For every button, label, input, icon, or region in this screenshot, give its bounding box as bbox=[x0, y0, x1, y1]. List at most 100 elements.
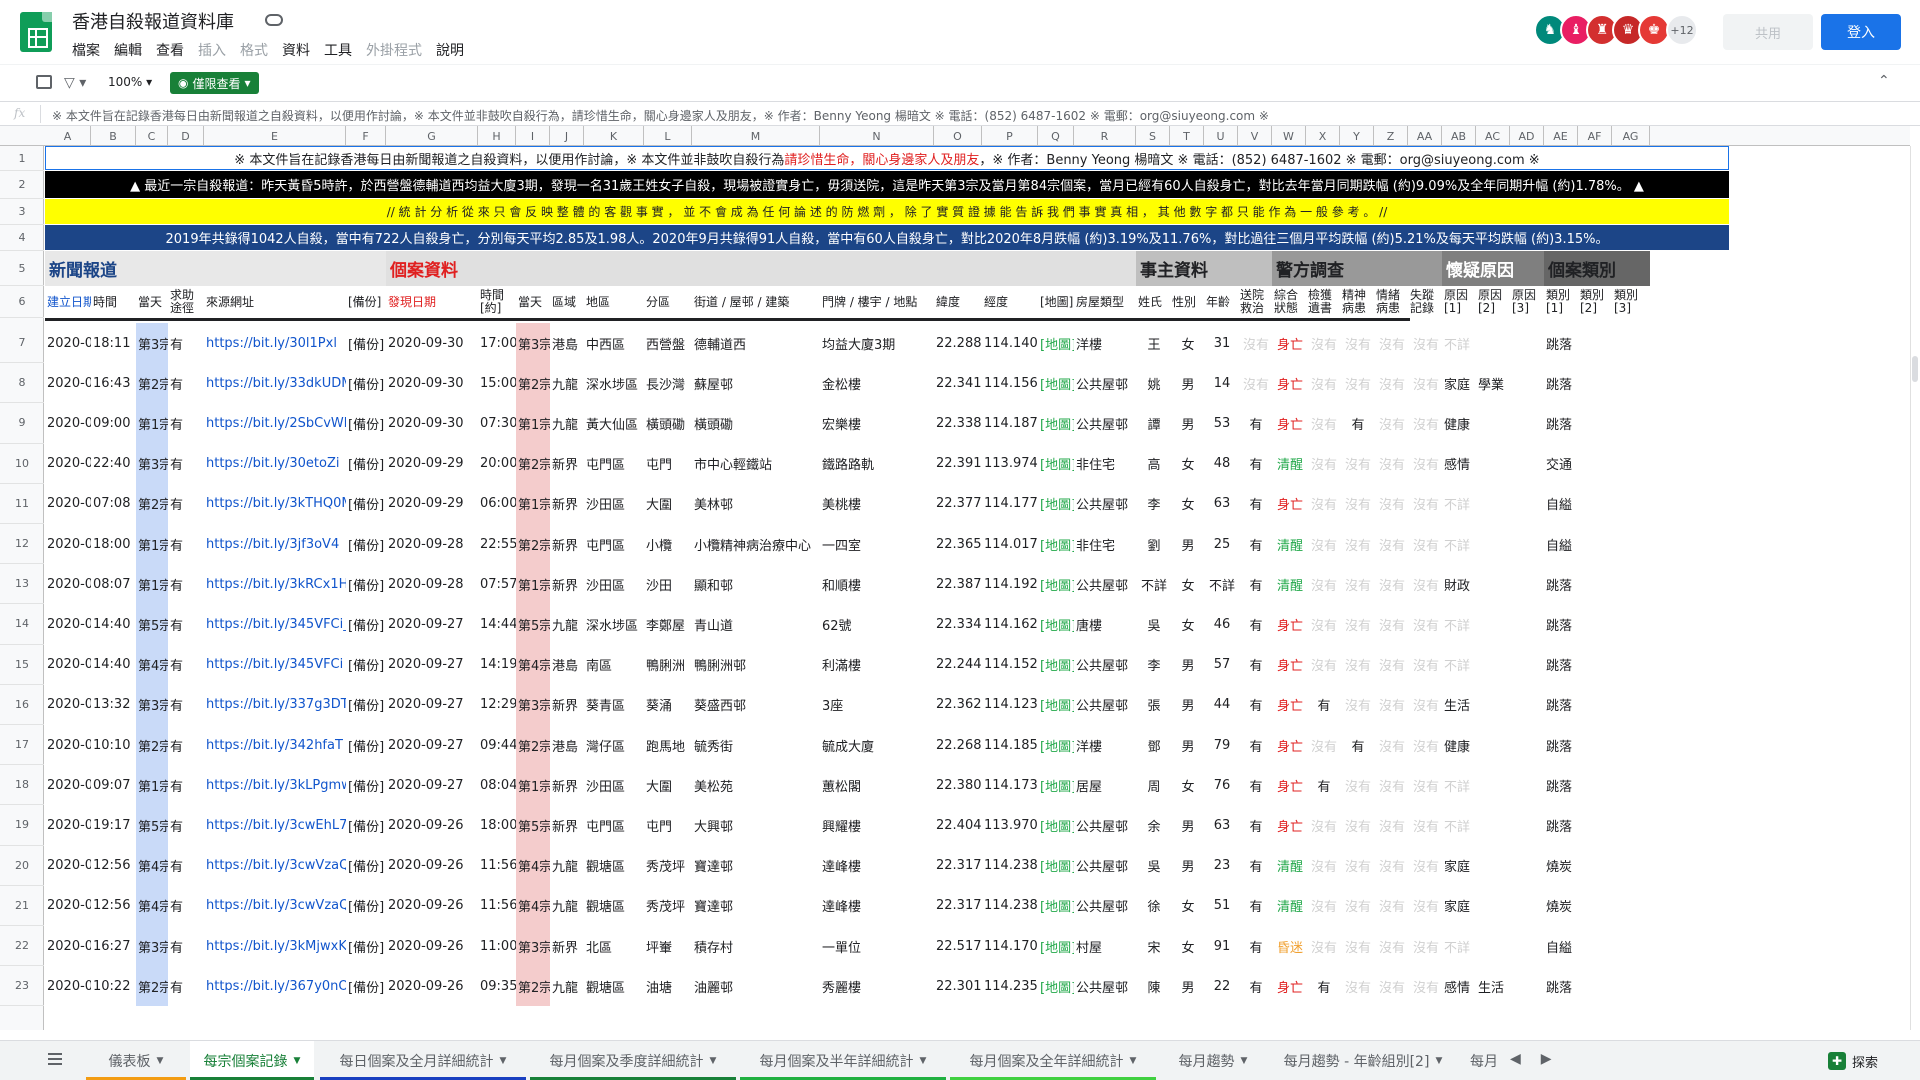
table-row[interactable]: 2020-09-2616:27第3宗有https://bit.ly/3kMjwx… bbox=[45, 926, 1729, 967]
column-header[interactable]: Z bbox=[1374, 126, 1408, 146]
sheet-grid[interactable]: ※ 本文件旨在記錄香港每日由新聞報道之自殺資料，以便用作討論，※ 本文件並非鼓吹… bbox=[45, 146, 1910, 1030]
column-header[interactable]: O bbox=[934, 126, 982, 146]
row-number[interactable]: 2 bbox=[0, 171, 44, 199]
cell-bk[interactable]: [備份] bbox=[346, 323, 386, 363]
table-row[interactable]: 2020-09-2918:00第1宗有https://bit.ly/3jf3oV… bbox=[45, 524, 1729, 565]
row-number[interactable]: 15 bbox=[0, 645, 44, 685]
column-header[interactable]: AD bbox=[1510, 126, 1544, 146]
info-banner-row1[interactable]: ※ 本文件旨在記錄香港每日由新聞報道之自殺資料，以便用作討論，※ 本文件並非鼓吹… bbox=[45, 146, 1729, 170]
row-number[interactable]: 13 bbox=[0, 564, 44, 605]
collapse-menus-icon[interactable]: ⌃ bbox=[1878, 73, 1890, 89]
row-number[interactable]: 11 bbox=[0, 484, 44, 524]
column-header[interactable]: F bbox=[346, 126, 386, 146]
table-row[interactable]: 2020-09-3009:00第1宗有https://bit.ly/2SbCvW… bbox=[45, 403, 1729, 444]
row-number[interactable]: 23 bbox=[0, 966, 44, 1007]
cell-bk[interactable]: [備份] bbox=[346, 725, 386, 765]
row-number[interactable]: 16 bbox=[0, 685, 44, 725]
cell-url[interactable]: https://bit.ly/3cwVzaQ bbox=[204, 846, 346, 886]
column-header[interactable]: AA bbox=[1408, 126, 1442, 146]
sheet-tab[interactable]: 每月個案及全年詳細統計 ▼ bbox=[950, 1041, 1156, 1080]
cell-bk[interactable]: [備份] bbox=[346, 846, 386, 886]
cell-map[interactable]: [地圖] bbox=[1038, 484, 1074, 524]
cell-url[interactable]: https://bit.ly/367y0nO bbox=[204, 966, 346, 1006]
formula-content[interactable]: ※ 本文件旨在記錄香港每日由新聞報道之自殺資料，以便用作討論，※ 本文件並非鼓吹… bbox=[52, 107, 1269, 124]
print-icon[interactable] bbox=[36, 75, 52, 89]
column-header[interactable]: R bbox=[1074, 126, 1136, 146]
menu-item[interactable]: 編輯 bbox=[114, 40, 142, 60]
column-header[interactable]: W bbox=[1272, 126, 1306, 146]
cell-map[interactable]: [地圖] bbox=[1038, 805, 1074, 845]
column-header[interactable]: J bbox=[550, 126, 584, 146]
sheet-tab[interactable]: 每宗個案記錄 ▼ bbox=[190, 1041, 314, 1080]
row-number[interactable]: 20 bbox=[0, 846, 44, 886]
cloud-saved-icon[interactable] bbox=[265, 14, 283, 26]
cell-map[interactable]: [地圖] bbox=[1038, 323, 1074, 363]
row-number[interactable]: 12 bbox=[0, 524, 44, 565]
column-header[interactable]: D bbox=[168, 126, 204, 146]
cell-url[interactable]: https://bit.ly/3cwVzaQ bbox=[204, 886, 346, 926]
row-number[interactable]: 17 bbox=[0, 725, 44, 766]
column-header[interactable]: N bbox=[820, 126, 934, 146]
column-header[interactable]: L bbox=[644, 126, 692, 146]
cell-map[interactable]: [地圖] bbox=[1038, 765, 1074, 805]
column-header[interactable]: A bbox=[45, 126, 91, 146]
cell-bk[interactable]: [備份] bbox=[346, 765, 386, 805]
row-number[interactable]: 10 bbox=[0, 444, 44, 484]
column-header[interactable]: M bbox=[692, 126, 820, 146]
cell-url[interactable]: https://bit.ly/337g3DT bbox=[204, 685, 346, 725]
row-number[interactable]: 7 bbox=[0, 323, 44, 364]
sheets-logo-icon[interactable] bbox=[20, 12, 52, 52]
cell-map[interactable]: [地圖] bbox=[1038, 604, 1074, 644]
column-header[interactable]: U bbox=[1204, 126, 1238, 146]
menu-item[interactable]: 資料 bbox=[282, 40, 310, 60]
row-number[interactable]: 18 bbox=[0, 765, 44, 806]
column-header[interactable]: AE bbox=[1544, 126, 1578, 146]
column-header[interactable]: I bbox=[516, 126, 550, 146]
table-row[interactable]: 2020-09-2612:56第4宗有https://bit.ly/3cwVza… bbox=[45, 845, 1729, 886]
table-row[interactable]: 2020-09-2610:22第2宗有https://bit.ly/367y0n… bbox=[45, 966, 1729, 1007]
column-header[interactable]: AB bbox=[1442, 126, 1476, 146]
row-number[interactable]: 14 bbox=[0, 604, 44, 645]
row-number[interactable]: 21 bbox=[0, 886, 44, 926]
column-header[interactable]: B bbox=[91, 126, 136, 146]
row-number[interactable]: 4 bbox=[0, 225, 44, 251]
cell-bk[interactable]: [備份] bbox=[346, 645, 386, 685]
sheet-tab[interactable]: 每月個案及半年詳細統計 ▼ bbox=[740, 1041, 946, 1080]
row-number[interactable]: 19 bbox=[0, 805, 44, 846]
menu-item[interactable]: 說明 bbox=[436, 40, 464, 60]
login-button[interactable]: 登入 bbox=[1821, 14, 1901, 50]
table-row[interactable]: 2020-09-2922:40第3宗有https://bit.ly/30etoZ… bbox=[45, 443, 1729, 484]
column-header[interactable]: AC bbox=[1476, 126, 1510, 146]
cell-url[interactable]: https://bit.ly/3kRCx1H bbox=[204, 564, 346, 604]
cell-url[interactable]: https://bit.ly/3kMjwxK bbox=[204, 926, 346, 966]
explore-button[interactable]: ✚ 探索 bbox=[1828, 1049, 1878, 1073]
table-row[interactable]: 2020-09-2619:17第5宗有https://bit.ly/3cwEhL… bbox=[45, 805, 1729, 846]
table-row[interactable]: 2020-09-3018:11第3宗有https://bit.ly/30l1Px… bbox=[45, 323, 1729, 364]
scroll-tabs-left-icon[interactable]: ◀ bbox=[1510, 1051, 1521, 1067]
cell-url[interactable]: https://bit.ly/342hfaT bbox=[204, 725, 346, 765]
row-number[interactable]: 22 bbox=[0, 926, 44, 967]
cell-url[interactable]: https://bit.ly/33dkUDM bbox=[204, 363, 346, 403]
cell-bk[interactable]: [備份] bbox=[346, 564, 386, 604]
cell-map[interactable]: [地圖] bbox=[1038, 685, 1074, 725]
cell-url[interactable]: https://bit.ly/2SbCvWb bbox=[204, 403, 346, 443]
cell-bk[interactable]: [備份] bbox=[346, 685, 386, 725]
latest-report-banner[interactable]: ▲ 最近一宗自殺報道：昨天黃昏5時許，於西營盤德輔道西均益大廈3期，發現一名31… bbox=[45, 171, 1729, 198]
cell-bk[interactable]: [備份] bbox=[346, 886, 386, 926]
column-header[interactable]: S bbox=[1136, 126, 1170, 146]
cell-url[interactable]: https://bit.ly/3jf3oV4 bbox=[204, 524, 346, 564]
column-header[interactable]: V bbox=[1238, 126, 1272, 146]
more-collaborators-badge[interactable]: +12 bbox=[1666, 14, 1698, 46]
disclaimer-banner[interactable]: // 統 計 分 析 從 來 只 會 反 映 整 體 的 客 觀 事 實 ， 並… bbox=[45, 199, 1729, 224]
zoom-select[interactable]: 100% ▾ bbox=[108, 75, 152, 89]
column-header[interactable]: G bbox=[386, 126, 478, 146]
cell-map[interactable]: [地圖] bbox=[1038, 645, 1074, 685]
cell-bk[interactable]: [備份] bbox=[346, 363, 386, 403]
menu-item[interactable]: 外掛程式 bbox=[366, 40, 422, 60]
column-header[interactable]: Q bbox=[1038, 126, 1074, 146]
cell-map[interactable]: [地圖] bbox=[1038, 363, 1074, 403]
column-header[interactable]: C bbox=[136, 126, 168, 146]
row-number[interactable]: 1 bbox=[0, 146, 44, 171]
column-header[interactable]: AG bbox=[1612, 126, 1650, 146]
menu-item[interactable]: 查看 bbox=[156, 40, 184, 60]
